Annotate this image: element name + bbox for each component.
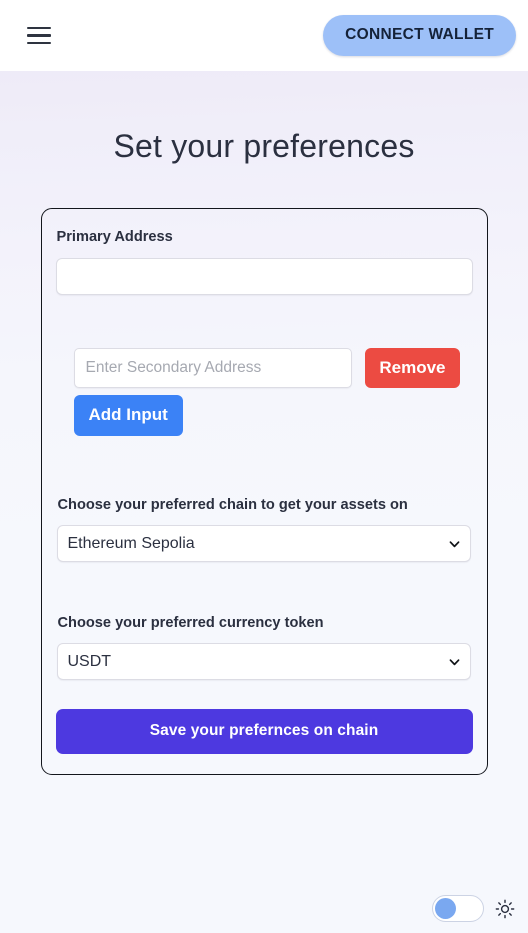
- theme-toggle-knob: [435, 897, 456, 919]
- primary-address-label: Primary Address: [56, 229, 173, 245]
- secondary-address-input[interactable]: [73, 348, 353, 388]
- hamburger-bar: [27, 34, 51, 37]
- hamburger-bar: [27, 26, 51, 30]
- page-title: Set your preferences: [113, 128, 415, 164]
- chain-select-wrapper: Ethereum Sepolia: [56, 525, 471, 562]
- main-content: Set your preferences Primary Address Rem…: [0, 71, 528, 933]
- hamburger-bar: [27, 41, 51, 45]
- preferences-card: Primary Address Remove Add Input Choose …: [40, 208, 488, 775]
- chain-label: Choose your preferred chain to get your …: [57, 497, 408, 513]
- secondary-address-row: Remove: [56, 348, 473, 388]
- chain-section: Choose your preferred chain to get your …: [56, 497, 473, 562]
- sun-icon[interactable]: [495, 899, 515, 919]
- primary-address-input[interactable]: [55, 258, 473, 295]
- currency-section: Choose your preferred currency token USD…: [56, 615, 473, 680]
- currency-select-wrapper: USDT: [56, 643, 471, 680]
- theme-toggle-switch[interactable]: [432, 895, 484, 922]
- connect-wallet-button[interactable]: CONNECT WALLET: [323, 15, 516, 56]
- theme-controls: [432, 895, 515, 922]
- save-preferences-button[interactable]: Save your prefernces on chain: [55, 709, 473, 754]
- hamburger-menu-icon[interactable]: [18, 15, 60, 57]
- app-root: CONNECT WALLET Set your preferences Prim…: [0, 0, 528, 933]
- currency-label: Choose your preferred currency token: [57, 615, 324, 631]
- currency-select[interactable]: USDT: [56, 643, 471, 680]
- top-navigation-bar: CONNECT WALLET: [0, 0, 528, 71]
- remove-secondary-address-button[interactable]: Remove: [365, 348, 460, 388]
- chain-select[interactable]: Ethereum Sepolia: [56, 525, 471, 562]
- add-input-button[interactable]: Add Input: [73, 395, 183, 436]
- add-input-row: Add Input: [56, 395, 473, 436]
